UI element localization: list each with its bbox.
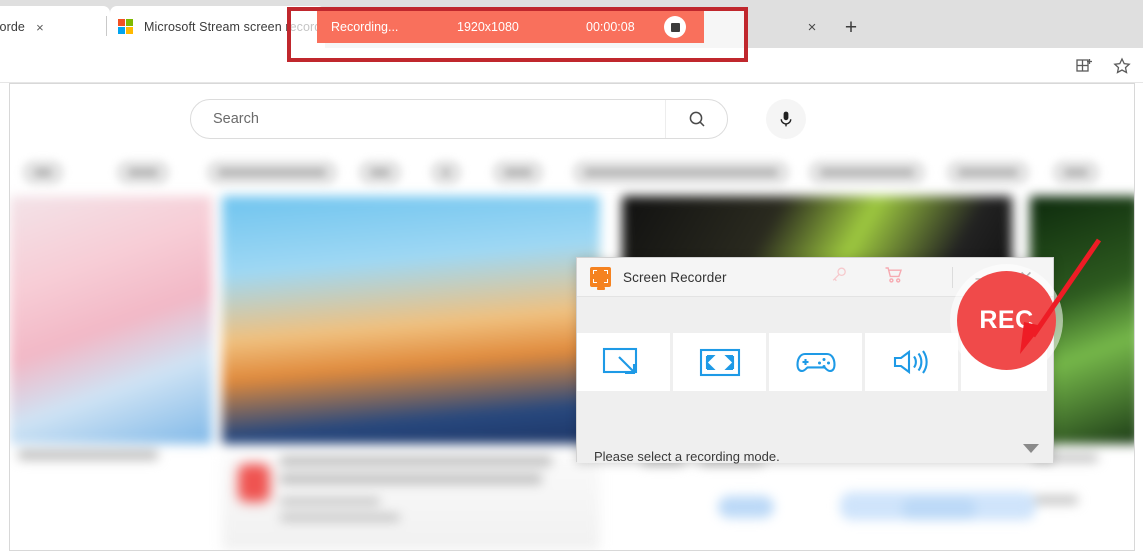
collections-icon[interactable] (1074, 56, 1094, 76)
screen-recorder-icon (590, 267, 611, 290)
filter-chip[interactable] (22, 160, 64, 185)
fullscreen-icon (699, 348, 740, 377)
result-title-line (280, 474, 542, 484)
browser-tab-1[interactable]: reen Recorde × (0, 6, 110, 48)
speaker-icon (893, 349, 928, 375)
result-thumbnail[interactable] (222, 196, 600, 444)
recording-status-bar: Recording... 1920x1080 00:00:08 (317, 11, 704, 43)
recording-resolution-label: 1920x1080 (457, 20, 519, 34)
search-box[interactable] (190, 99, 728, 139)
filter-chip[interactable] (572, 160, 790, 185)
recording-elapsed-time: 00:00:08 (586, 20, 635, 34)
result-meta-line (280, 514, 400, 521)
screen-recorder-window: Screen Recorder REC Please select a reco… (576, 257, 1056, 464)
recording-status-label: Recording... (331, 20, 399, 34)
search-row (180, 90, 870, 146)
result-card[interactable] (222, 454, 600, 550)
result-action-button[interactable] (718, 496, 774, 518)
favorites-star-icon[interactable] (1112, 56, 1132, 76)
region-capture-icon (602, 347, 637, 375)
result-caption (18, 450, 158, 460)
result-logo (238, 464, 270, 502)
search-input[interactable] (191, 111, 661, 127)
filter-chip[interactable] (206, 160, 338, 185)
stop-recording-button[interactable] (664, 16, 686, 38)
recorder-titlebar-icons (829, 258, 905, 297)
result-thumbnail[interactable] (10, 196, 212, 444)
gamepad-icon (795, 352, 836, 373)
search-submit-button[interactable] (665, 100, 727, 138)
filter-chip[interactable] (492, 160, 544, 185)
filter-chip[interactable] (358, 160, 402, 185)
mode-audio-recording[interactable] (865, 333, 958, 391)
recorder-body: REC Please select a recording mode. (577, 271, 1056, 464)
filter-chip[interactable] (808, 160, 926, 185)
microsoft-logo-icon (118, 19, 134, 35)
result-action-button[interactable] (902, 498, 976, 520)
mode-game-recording[interactable] (769, 333, 862, 391)
cart-icon[interactable] (883, 265, 905, 290)
tab-divider (106, 16, 107, 36)
screenshot-root: reen Recorde × Microsoft Stream screen r… (0, 0, 1143, 558)
filter-chip[interactable] (1052, 160, 1100, 185)
recorder-hint-text: Please select a recording mode. (594, 449, 780, 464)
tab-1-title: reen Recorde (0, 20, 25, 34)
filter-chip[interactable] (946, 160, 1030, 185)
recorder-title: Screen Recorder (623, 269, 727, 285)
mode-full-screen[interactable] (673, 333, 766, 391)
result-meta-line (280, 498, 380, 505)
filter-chips-row (10, 156, 1134, 190)
new-tab-button[interactable]: + (838, 14, 864, 40)
result-title-line (280, 456, 552, 466)
caret-down-icon[interactable] (1023, 444, 1039, 453)
result-meta-line (1032, 496, 1078, 504)
filter-chip[interactable] (430, 160, 462, 185)
mode-region-capture[interactable] (577, 333, 670, 391)
tab-1-close-icon[interactable]: × (31, 18, 49, 36)
titlebar-separator (952, 267, 953, 288)
filter-chip[interactable] (116, 160, 170, 185)
record-button[interactable]: REC (957, 271, 1056, 370)
active-tab-close-icon[interactable]: × (800, 15, 824, 39)
voice-search-button[interactable] (766, 99, 806, 139)
key-icon[interactable] (829, 265, 849, 290)
